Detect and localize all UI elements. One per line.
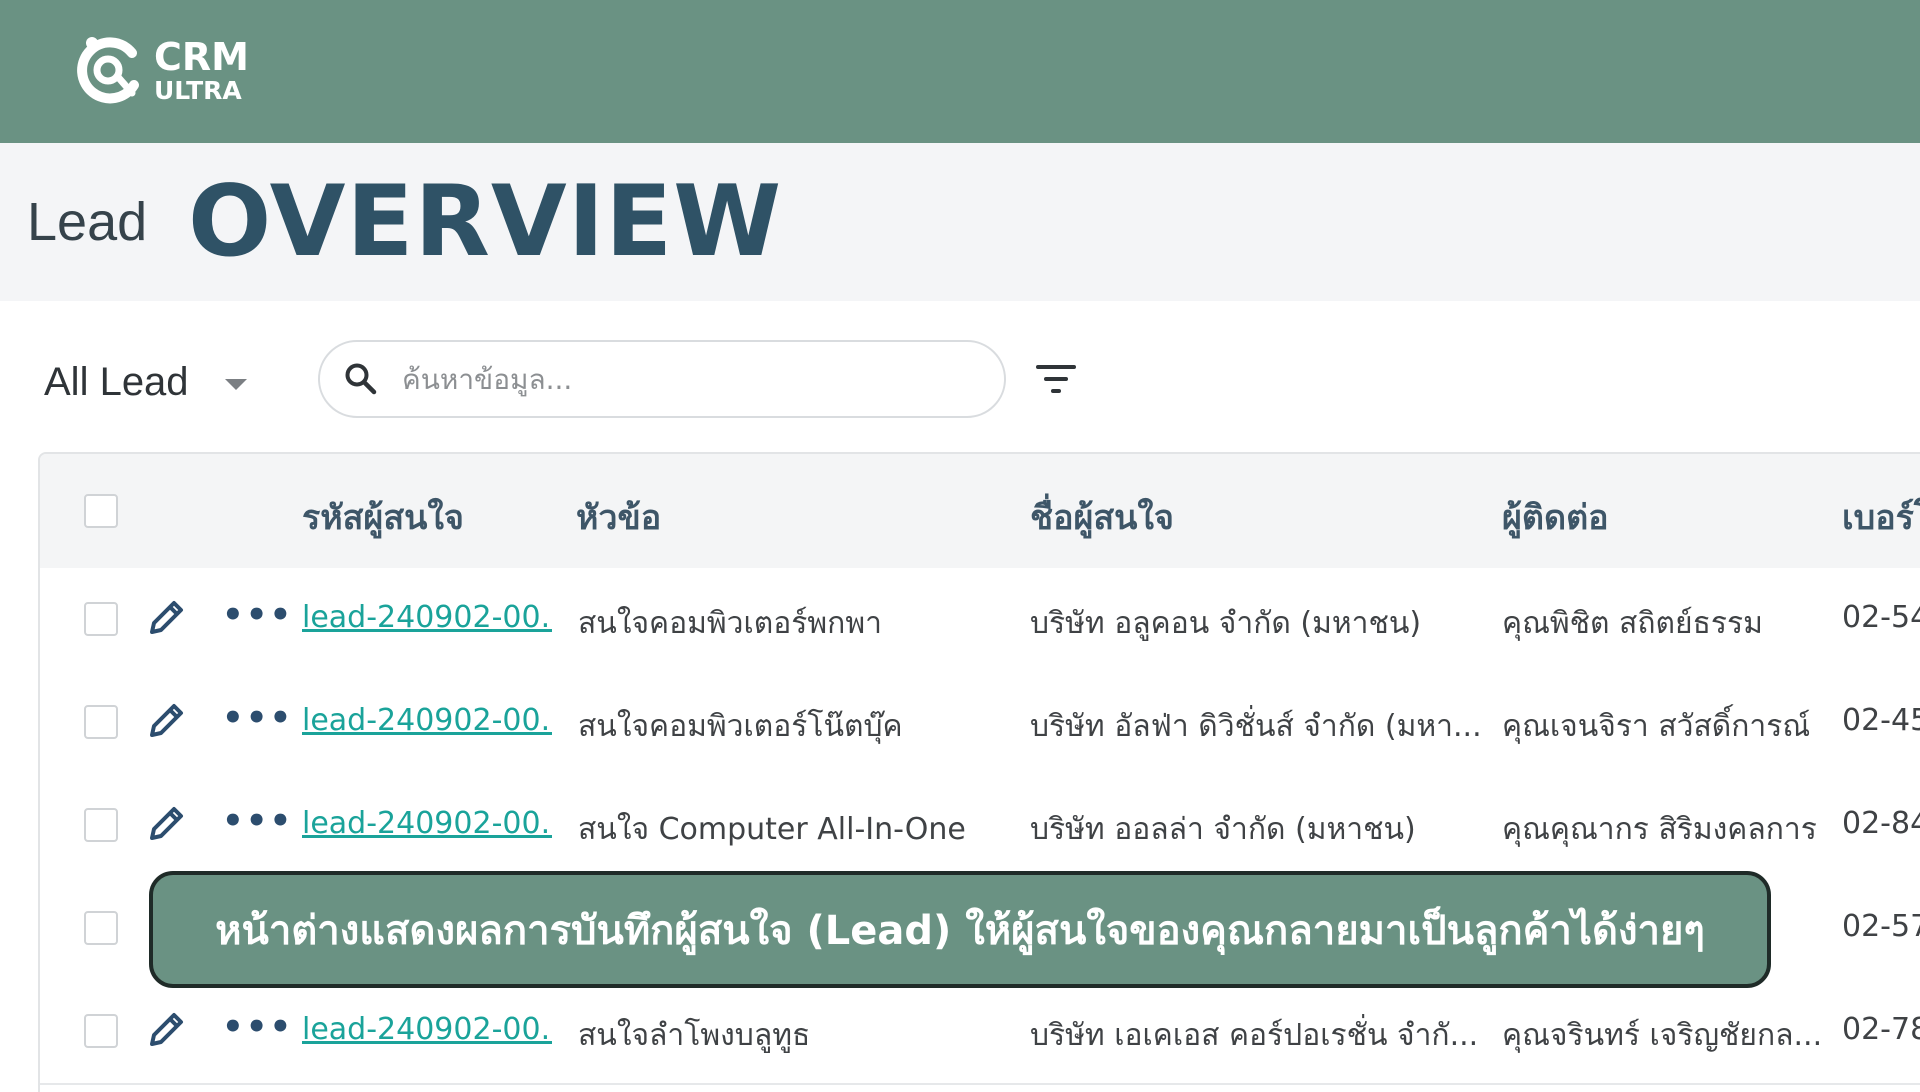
logo-text-ultra: ULTRA	[154, 75, 242, 105]
column-header-contact[interactable]: ผู้ติดต่อ	[1502, 490, 1609, 544]
lead-contact: คุณคุณากร สิริมงคลการ	[1502, 812, 1817, 847]
table-header: รหัสผู้สนใจ หัวข้อ ชื่อผู้สนใจ ผู้ติดต่อ…	[40, 454, 1920, 570]
lead-code-link[interactable]: lead-240902-00...	[302, 600, 552, 635]
search-input[interactable]	[400, 361, 964, 397]
lead-name: บริษัท อัลฟ่า ดิวิชั่นส์ จำกัด (มหา...	[1030, 709, 1480, 744]
select-all-checkbox[interactable]	[84, 494, 118, 528]
column-header-topic[interactable]: หัวข้อ	[576, 490, 661, 544]
lead-name: บริษัท ออลล่า จำกัด (มหาชน)	[1030, 812, 1416, 847]
lead-contact: คุณเจนจิรา สวัสดิ์การณ์	[1502, 709, 1811, 744]
lead-code-link[interactable]: lead-240902-00...	[302, 703, 552, 738]
lead-code-link[interactable]: lead-240902-00...	[302, 806, 552, 841]
lead-phone: 02-84	[1842, 806, 1920, 841]
lead-contact: คุณจรินทร์ เจริญชัยกล...	[1502, 1018, 1822, 1053]
lead-contact: คุณพิชิต สถิตย์ธรรม	[1502, 606, 1763, 641]
lead-phone: 02-54	[1842, 600, 1920, 635]
table-row: ••• lead-240902-00... สนใจคอมพิวเตอร์พกพ…	[40, 568, 1920, 673]
caption-banner-text: หน้าต่างแสดงผลการบันทึกผู้สนใจ (Lead) ให…	[215, 907, 1705, 954]
top-bar: CRM ULTRA	[0, 0, 1920, 143]
page-header: Lead OVERVIEW	[0, 143, 1920, 301]
edit-pencil-icon[interactable]	[146, 701, 186, 741]
logo-text-crm: CRM	[154, 34, 249, 79]
lead-topic: สนใจ Computer All-In-One	[578, 812, 966, 847]
lead-table: รหัสผู้สนใจ หัวข้อ ชื่อผู้สนใจ ผู้ติดต่อ…	[38, 452, 1920, 1092]
edit-pencil-icon[interactable]	[146, 804, 186, 844]
column-header-lead-code[interactable]: รหัสผู้สนใจ	[302, 490, 464, 544]
lead-code-link[interactable]: lead-240902-00...	[302, 1012, 552, 1047]
filter-icon[interactable]	[1036, 362, 1076, 396]
lead-phone: 02-45	[1842, 703, 1920, 738]
search-icon	[345, 363, 377, 395]
lead-name: บริษัท เอเคเอส คอร์ปอเรชั่น จำกั...	[1030, 1018, 1479, 1053]
row-checkbox[interactable]	[84, 602, 118, 636]
row-checkbox[interactable]	[84, 1014, 118, 1048]
toolbar: All Lead	[0, 330, 1920, 430]
table-row: ••• lead-240902-00... สนใจ Computer All-…	[40, 774, 1920, 879]
row-checkbox[interactable]	[84, 911, 118, 945]
edit-pencil-icon[interactable]	[146, 598, 186, 638]
page-title-prefix: Lead	[27, 192, 148, 252]
column-header-lead-name[interactable]: ชื่อผู้สนใจ	[1030, 490, 1174, 544]
crm-ultra-logo[interactable]: CRM ULTRA	[70, 30, 249, 110]
more-options-icon[interactable]: •••	[222, 804, 293, 838]
caret-down-icon	[224, 379, 247, 390]
lead-topic: สนใจคอมพิวเตอร์โน๊ตบุ๊ค	[578, 709, 903, 744]
column-header-phone[interactable]: เบอร์โ	[1842, 490, 1920, 544]
lead-name: บริษัท อลูคอน จำกัด (มหาชน)	[1030, 606, 1422, 641]
row-checkbox[interactable]	[84, 705, 118, 739]
more-options-icon[interactable]: •••	[222, 1010, 293, 1044]
edit-pencil-icon[interactable]	[146, 1010, 186, 1050]
table-row: ••• lead-240902-00... สนใจลำโพงบลูทูธ บร…	[40, 980, 1920, 1085]
lead-phone: 02-78	[1842, 1012, 1920, 1047]
page-title: OVERVIEW	[188, 165, 783, 279]
row-checkbox[interactable]	[84, 808, 118, 842]
view-selector-label: All Lead	[44, 360, 189, 404]
search-box[interactable]	[318, 340, 1006, 418]
lead-topic: สนใจคอมพิวเตอร์พกพา	[578, 606, 882, 641]
more-options-icon[interactable]: •••	[222, 701, 293, 735]
lead-topic: สนใจลำโพงบลูทูธ	[578, 1018, 811, 1053]
view-selector[interactable]: All Lead	[44, 360, 247, 405]
more-options-icon[interactable]: •••	[222, 598, 293, 632]
table-row: ••• lead-240902-00... สนใจคอมพิวเตอร์โน๊…	[40, 671, 1920, 776]
caption-banner: หน้าต่างแสดงผลการบันทึกผู้สนใจ (Lead) ให…	[149, 871, 1771, 988]
logo-mark-icon	[70, 31, 148, 109]
lead-phone: 02-57	[1842, 909, 1920, 944]
